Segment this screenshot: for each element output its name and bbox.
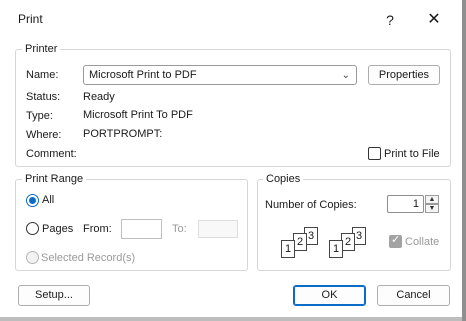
status-label: Status: bbox=[26, 91, 61, 103]
help-icon[interactable]: ? bbox=[378, 8, 402, 32]
selected-records-label: Selected Record(s) bbox=[41, 252, 136, 264]
where-value: PORTPROMPT: bbox=[83, 128, 163, 140]
print-to-file-label[interactable]: Print to File bbox=[384, 148, 440, 160]
printer-name-select[interactable]: Microsoft Print to PDF ⌄ bbox=[83, 65, 357, 85]
window-bottom-edge bbox=[0, 317, 462, 321]
all-radio-label[interactable]: All bbox=[42, 194, 54, 206]
checkmark-icon: ✓ bbox=[391, 234, 401, 246]
collate-pages-icon: 3 2 1 bbox=[325, 224, 369, 260]
print-dialog: Print ? ✕ Printer Name: Microsoft Print … bbox=[0, 0, 466, 321]
spin-up-icon[interactable]: ▲ bbox=[425, 195, 439, 204]
name-label: Name: bbox=[26, 69, 59, 81]
printer-group-label: Printer bbox=[22, 43, 61, 55]
collate-page-1: 1 bbox=[281, 240, 295, 258]
collate-label: Collate bbox=[405, 236, 440, 248]
setup-button[interactable]: Setup... bbox=[18, 285, 90, 306]
number-of-copies-label: Number of Copies: bbox=[265, 199, 357, 211]
copies-spinner-input[interactable]: 1 bbox=[387, 195, 424, 213]
pages-radio-label[interactable]: Pages bbox=[42, 223, 73, 235]
properties-button[interactable]: Properties bbox=[368, 65, 440, 85]
spin-down-icon[interactable]: ▼ bbox=[425, 204, 439, 213]
print-to-file-checkbox[interactable] bbox=[368, 147, 381, 160]
from-label: From: bbox=[83, 223, 112, 235]
window-edge bbox=[462, 0, 466, 321]
type-value: Microsoft Print To PDF bbox=[83, 109, 193, 121]
print-range-group-label: Print Range bbox=[22, 173, 87, 185]
ok-button[interactable]: OK bbox=[293, 285, 366, 306]
selected-records-radio bbox=[26, 251, 39, 264]
printer-name-value: Microsoft Print to PDF bbox=[89, 69, 197, 81]
comment-label: Comment: bbox=[26, 148, 77, 160]
collate-page-1: 1 bbox=[329, 240, 343, 258]
collate-pages-icon: 3 2 1 bbox=[277, 224, 321, 260]
to-label: To: bbox=[172, 223, 187, 235]
type-label: Type: bbox=[26, 110, 53, 122]
collate-checkbox: ✓ bbox=[389, 234, 402, 248]
pages-radio[interactable] bbox=[26, 222, 39, 235]
collate-page-2: 2 bbox=[293, 233, 307, 251]
cancel-button[interactable]: Cancel bbox=[377, 285, 450, 306]
collate-page-2: 2 bbox=[341, 233, 355, 251]
copies-spinner-buttons: ▲ ▼ bbox=[425, 195, 439, 213]
status-value: Ready bbox=[83, 91, 115, 103]
copies-group-label: Copies bbox=[263, 173, 304, 185]
from-input[interactable] bbox=[121, 219, 162, 239]
close-icon[interactable]: ✕ bbox=[420, 8, 448, 32]
to-input bbox=[198, 220, 238, 238]
where-label: Where: bbox=[26, 129, 62, 141]
chevron-down-icon: ⌄ bbox=[341, 70, 350, 81]
all-radio[interactable] bbox=[26, 194, 39, 207]
dialog-title: Print bbox=[18, 12, 43, 26]
